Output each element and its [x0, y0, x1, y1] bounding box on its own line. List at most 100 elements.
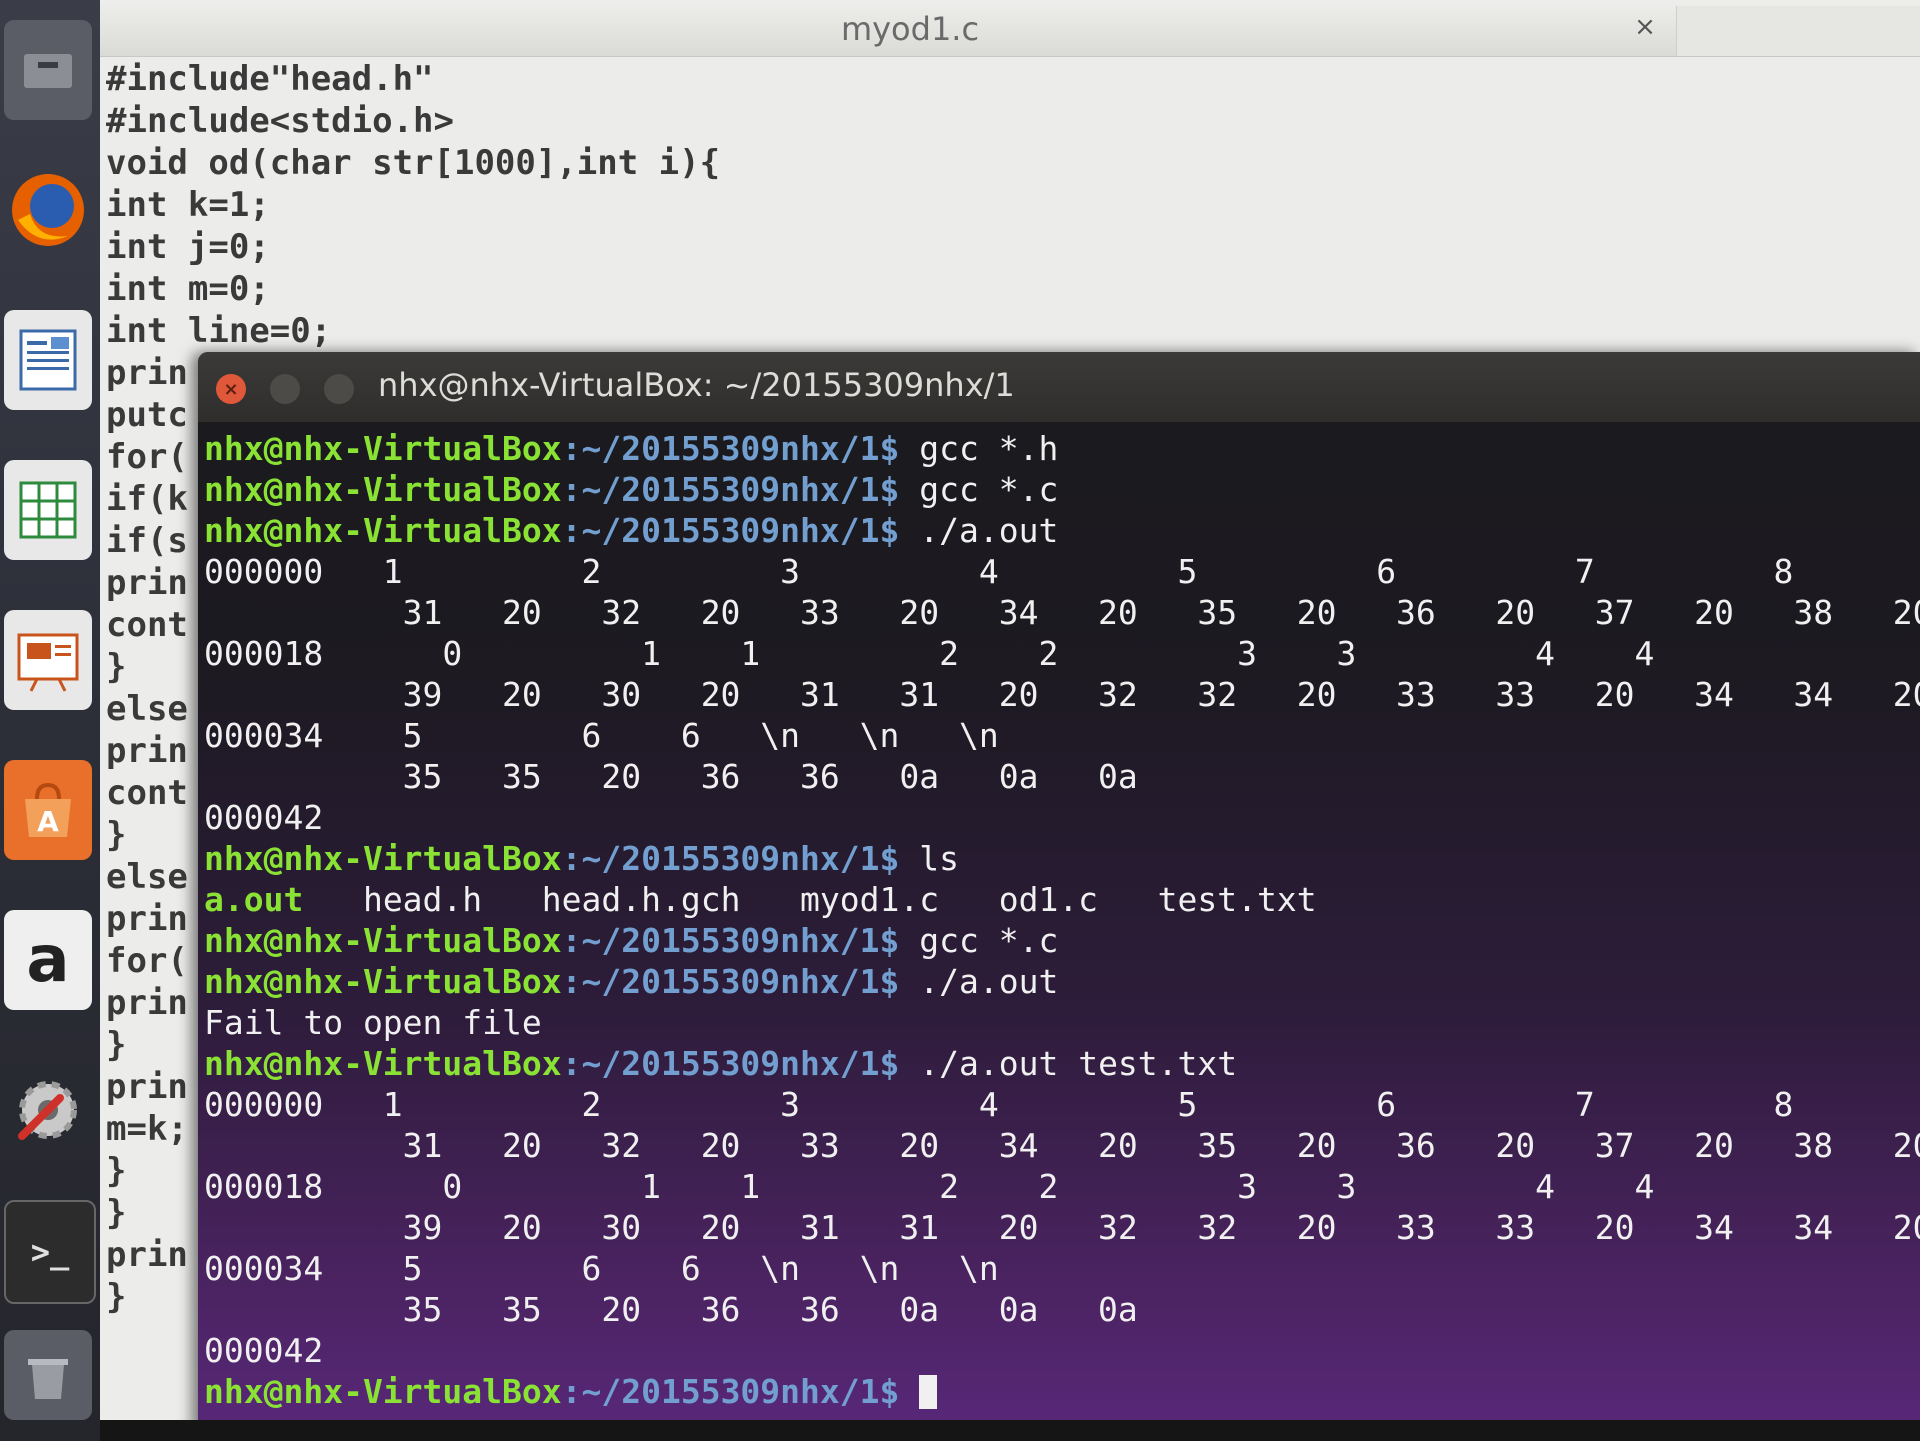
editor-tab-area[interactable]: [1676, 6, 1920, 56]
command-text: [899, 1372, 919, 1411]
command-text: ./a.out test.txt: [899, 1044, 1238, 1083]
output-text: 000034 5 6 6 \n \n \n: [204, 1249, 999, 1288]
output-text: 35 35 20 36 36 0a 0a 0a: [204, 1290, 1138, 1329]
trash-icon[interactable]: [4, 1330, 92, 1420]
prompt-user: nhx@nhx-VirtualBox: [204, 962, 562, 1001]
terminal-output-line: 000042: [204, 1330, 1920, 1371]
files-icon[interactable]: [4, 20, 92, 120]
software-center-icon[interactable]: A: [4, 760, 92, 860]
terminal-output-line: 000018 0 1 1 2 2 3 3 4 4: [204, 1166, 1920, 1207]
close-tab-icon[interactable]: ×: [1625, 12, 1665, 48]
code-line: int line=0;: [106, 311, 332, 351]
editor-title: myod1.c: [840, 10, 980, 48]
launcher-sidebar: A a >_: [0, 0, 100, 1441]
output-text: 000042: [204, 1331, 324, 1370]
terminal-output-line: 35 35 20 36 36 0a 0a 0a: [204, 756, 1920, 797]
impress-icon[interactable]: [4, 610, 92, 710]
terminal-command-line: nhx@nhx-VirtualBox:~/20155309nhx/1$ ./a.…: [204, 510, 1920, 551]
output-text: 39 20 30 20 31 31 20 32 32 20 33 33 20 3…: [204, 675, 1920, 714]
command-text: ls: [899, 839, 959, 878]
executable-file: a.out: [204, 880, 304, 919]
output-text: 000000 1 2 3 4 5 6 7 8: [204, 552, 1794, 591]
terminal-output-line: Fail to open file: [204, 1002, 1920, 1043]
terminal-output-line: 35 35 20 36 36 0a 0a 0a: [204, 1289, 1920, 1330]
code-line: int k=1;: [106, 185, 270, 225]
prompt-symbol: $: [879, 962, 900, 1001]
prompt-path: :~/20155309nhx/1: [561, 511, 880, 550]
close-icon[interactable]: ×: [216, 374, 246, 404]
output-text: 39 20 30 20 31 31 20 32 32 20 33 33 20 3…: [204, 1208, 1920, 1247]
output-text: 35 35 20 36 36 0a 0a 0a: [204, 757, 1138, 796]
terminal-icon[interactable]: >_: [4, 1200, 96, 1304]
prompt-user: nhx@nhx-VirtualBox: [204, 470, 562, 509]
terminal-title: nhx@nhx-VirtualBox: ~/20155309nhx/1: [378, 366, 1015, 404]
prompt-path: :~/20155309nhx/1: [561, 962, 880, 1001]
prompt-symbol: $: [879, 470, 900, 509]
code-line: void od(char str[1000],int i){: [106, 143, 721, 183]
prompt-symbol: $: [879, 429, 900, 468]
prompt-symbol: $: [879, 839, 900, 878]
prompt-symbol: $: [879, 511, 900, 550]
editor-titlebar[interactable]: myod1.c ×: [100, 0, 1920, 57]
terminal-output-line: 000034 5 6 6 \n \n \n: [204, 715, 1920, 756]
calc-icon[interactable]: [4, 460, 92, 560]
output-text: 000042: [204, 798, 324, 837]
amazon-icon[interactable]: a: [4, 910, 92, 1010]
prompt-path: :~/20155309nhx/1: [561, 429, 880, 468]
code-line: #include<stdio.h>: [106, 101, 454, 141]
writer-icon[interactable]: [4, 310, 92, 410]
prompt-path: :~/20155309nhx/1: [561, 470, 880, 509]
code-line: int m=0;: [106, 269, 270, 309]
firefox-icon[interactable]: [4, 160, 92, 260]
command-text: ./a.out: [899, 962, 1059, 1001]
screen-bottom-edge: [100, 1420, 1920, 1441]
output-text: 000018 0 1 1 2 2 3 3 4 4: [204, 1167, 1655, 1206]
terminal-output-line: 000000 1 2 3 4 5 6 7 8: [204, 1084, 1920, 1125]
output-text: 000000 1 2 3 4 5 6 7 8: [204, 1085, 1794, 1124]
terminal-output-line: 000042: [204, 797, 1920, 838]
prompt-user: nhx@nhx-VirtualBox: [204, 429, 562, 468]
code-line: #include"head.h": [106, 59, 434, 99]
prompt-path: :~/20155309nhx/1: [561, 839, 880, 878]
command-text: ./a.out: [899, 511, 1059, 550]
prompt-user: nhx@nhx-VirtualBox: [204, 511, 562, 550]
prompt-path: :~/20155309nhx/1: [561, 1372, 880, 1411]
settings-icon[interactable]: [4, 1060, 92, 1160]
terminal-output-line: 31 20 32 20 33 20 34 20 35 20 36 20 37 2…: [204, 1125, 1920, 1166]
file-list: head.h head.h.gch myod1.c od1.c test.txt: [303, 880, 1317, 919]
ls-output-line: a.out head.h head.h.gch myod1.c od1.c te…: [204, 879, 1920, 920]
terminal-command-line: nhx@nhx-VirtualBox:~/20155309nhx/1$ ls: [204, 838, 1920, 879]
svg-text:A: A: [37, 805, 59, 838]
prompt-symbol: $: [879, 1044, 900, 1083]
prompt-path: :~/20155309nhx/1: [561, 921, 880, 960]
prompt-user: nhx@nhx-VirtualBox: [204, 1044, 562, 1083]
maximize-icon[interactable]: [324, 374, 354, 404]
terminal-output-line: 000018 0 1 1 2 2 3 3 4 4: [204, 633, 1920, 674]
terminal-command-line: nhx@nhx-VirtualBox:~/20155309nhx/1$ ./a.…: [204, 961, 1920, 1002]
terminal-prompt-line: nhx@nhx-VirtualBox:~/20155309nhx/1$: [204, 1371, 1920, 1412]
terminal-output-line: 39 20 30 20 31 31 20 32 32 20 33 33 20 3…: [204, 674, 1920, 715]
output-text: Fail to open file: [204, 1003, 542, 1042]
terminal-glyph: >_: [30, 1233, 70, 1271]
command-text: gcc *.c: [899, 921, 1059, 960]
terminal-command-line: nhx@nhx-VirtualBox:~/20155309nhx/1$ gcc …: [204, 428, 1920, 469]
terminal-output-line: 000034 5 6 6 \n \n \n: [204, 1248, 1920, 1289]
terminal-command-line: nhx@nhx-VirtualBox:~/20155309nhx/1$ gcc …: [204, 469, 1920, 510]
terminal-cursor: [919, 1375, 938, 1409]
terminal-titlebar[interactable]: × nhx@nhx-VirtualBox: ~/20155309nhx/1: [198, 352, 1920, 422]
output-text: 000034 5 6 6 \n \n \n: [204, 716, 999, 755]
minimize-icon[interactable]: [270, 374, 300, 404]
amazon-glyph: a: [26, 923, 70, 997]
prompt-symbol: $: [879, 1372, 900, 1411]
terminal-command-line: nhx@nhx-VirtualBox:~/20155309nhx/1$ gcc …: [204, 920, 1920, 961]
terminal-output-line: 39 20 30 20 31 31 20 32 32 20 33 33 20 3…: [204, 1207, 1920, 1248]
prompt-user: nhx@nhx-VirtualBox: [204, 1372, 562, 1411]
command-text: gcc *.c: [899, 470, 1059, 509]
output-text: 31 20 32 20 33 20 34 20 35 20 36 20 37 2…: [204, 593, 1920, 632]
terminal-output[interactable]: nhx@nhx-VirtualBox:~/20155309nhx/1$ gcc …: [204, 428, 1920, 1412]
prompt-user: nhx@nhx-VirtualBox: [204, 839, 562, 878]
terminal-window[interactable]: × nhx@nhx-VirtualBox: ~/20155309nhx/1 nh…: [198, 352, 1920, 1441]
terminal-output-line: 000000 1 2 3 4 5 6 7 8: [204, 551, 1920, 592]
prompt-user: nhx@nhx-VirtualBox: [204, 921, 562, 960]
output-text: 31 20 32 20 33 20 34 20 35 20 36 20 37 2…: [204, 1126, 1920, 1165]
